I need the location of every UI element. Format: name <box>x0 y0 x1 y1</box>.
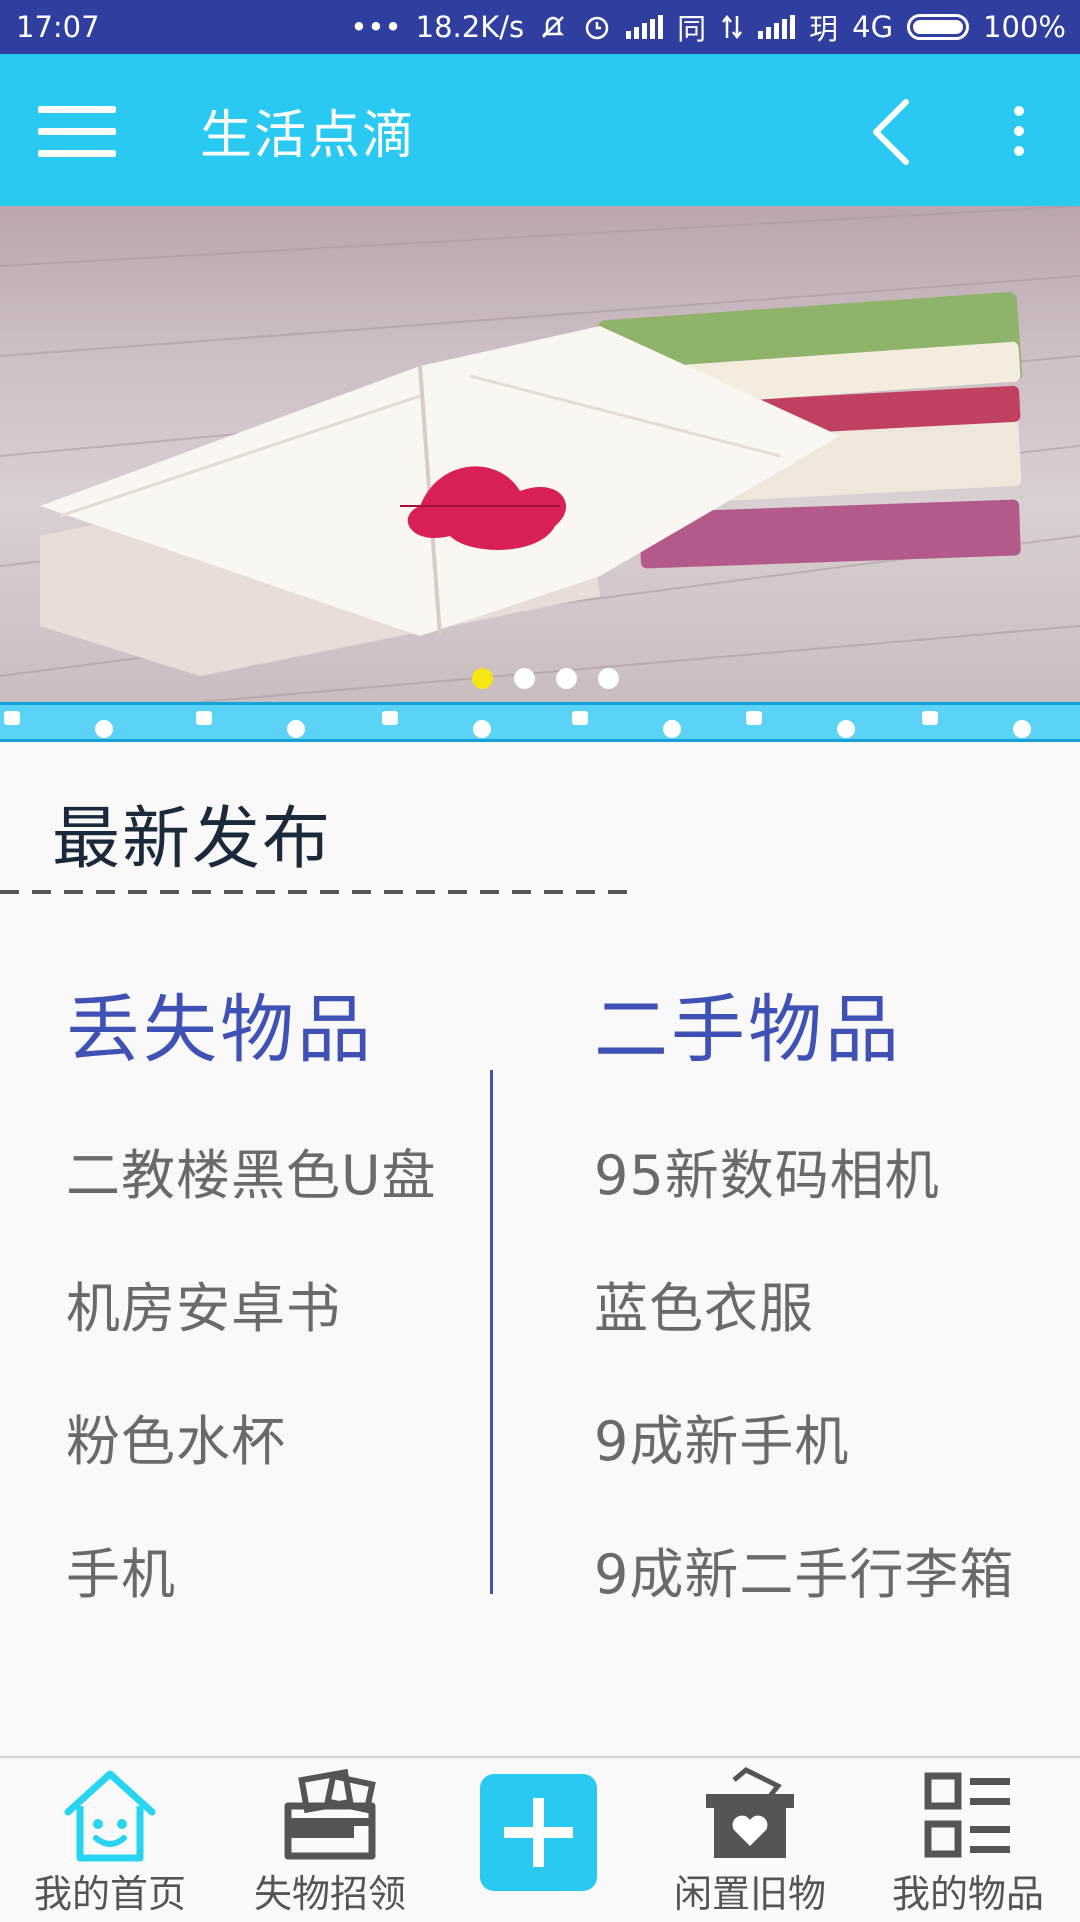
section-title: 最新发布 <box>52 800 333 879</box>
status-bar: 17:07 ••• 18.2K/s 同 玥 4G 100% <box>0 0 1080 54</box>
carousel-dot[interactable] <box>513 668 535 689</box>
more-vertical-icon[interactable] <box>1000 104 1040 160</box>
status-indicators: ••• 18.2K/s 同 玥 4G 100% <box>350 6 1066 48</box>
wallet-icon <box>284 1768 376 1860</box>
tab-label: 失物招领 <box>253 1872 406 1916</box>
second-hand-item[interactable]: 95新数码相机 <box>594 1144 940 1208</box>
tab-label: 闲置旧物 <box>673 1872 826 1916</box>
carousel-dot[interactable] <box>555 668 577 689</box>
mute-icon <box>542 16 565 38</box>
carrier-two: 玥 <box>809 12 839 46</box>
lost-item[interactable]: 机房安卓书 <box>66 1277 341 1341</box>
add-button[interactable] <box>480 1774 597 1891</box>
more-notifications-icon: ••• <box>350 10 402 44</box>
tab-label: 我的物品 <box>891 1872 1044 1916</box>
dashed-divider <box>0 890 634 894</box>
battery-icon <box>907 14 970 40</box>
ribbon-pattern <box>4 711 1031 738</box>
tab-label: 我的首页 <box>33 1872 186 1916</box>
plus-icon <box>504 1798 573 1867</box>
second-hand-item[interactable]: 9成新手机 <box>594 1410 849 1474</box>
lost-item[interactable]: 手机 <box>66 1543 176 1607</box>
banner-image <box>0 206 1080 702</box>
heart-box-icon <box>706 1767 794 1858</box>
second-hand-header[interactable]: 二手物品 <box>594 990 902 1070</box>
chevron-left-icon[interactable] <box>860 92 920 172</box>
home-smile-icon <box>64 1770 156 1862</box>
second-hand-item[interactable]: 蓝色衣服 <box>594 1277 814 1341</box>
hamburger-menu-icon[interactable] <box>38 104 118 160</box>
tab-idle-items[interactable]: 闲置旧物 <box>650 1758 850 1922</box>
carousel-dot[interactable] <box>597 668 619 689</box>
app-title: 生活点滴 <box>200 106 417 166</box>
tab-my-items[interactable]: 我的物品 <box>868 1758 1068 1922</box>
signal-icon <box>758 15 796 39</box>
status-time: 17:07 <box>16 10 100 44</box>
list-icon <box>924 1772 1010 1858</box>
banner-carousel[interactable] <box>0 206 1080 702</box>
column-divider <box>490 1070 493 1594</box>
app-bar: 生活点滴 <box>0 54 1080 206</box>
tab-lost-and-found[interactable]: 失物招领 <box>230 1758 430 1922</box>
lost-items-header[interactable]: 丢失物品 <box>66 990 374 1070</box>
battery-percent: 100% <box>983 10 1066 44</box>
network-speed: 18.2K/s <box>415 10 525 44</box>
data-transfer-icon <box>722 14 743 40</box>
lost-item[interactable]: 粉色水杯 <box>66 1410 286 1474</box>
carrier-one: 同 <box>677 12 707 46</box>
network-type: 4G <box>852 10 894 44</box>
lost-item[interactable]: 二教楼黑色U盘 <box>66 1144 437 1208</box>
carousel-dot[interactable] <box>471 668 493 689</box>
tab-my-home[interactable]: 我的首页 <box>10 1758 210 1922</box>
decorative-ribbon <box>0 702 1080 742</box>
alarm-icon <box>585 16 609 40</box>
second-hand-item[interactable]: 9成新二手行李箱 <box>594 1543 1014 1607</box>
carousel-indicators <box>0 668 1080 689</box>
signal-icon <box>626 15 664 39</box>
